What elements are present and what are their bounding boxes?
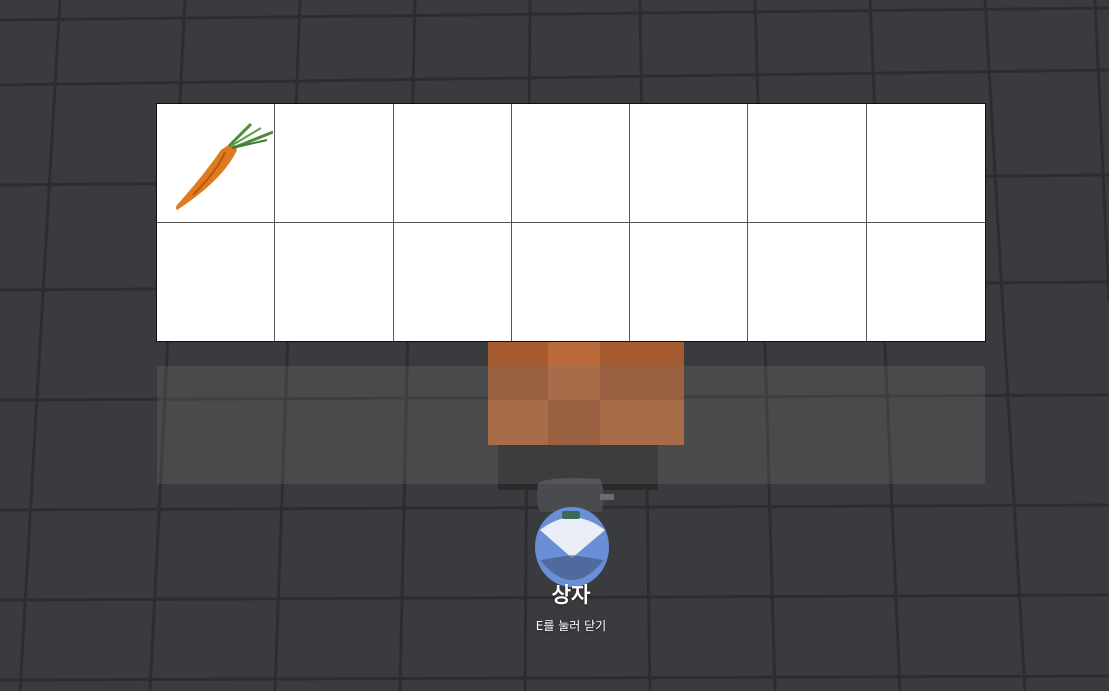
carrot-icon bbox=[176, 122, 273, 210]
inventory-slot[interactable] bbox=[275, 104, 394, 223]
inventory-slot[interactable] bbox=[630, 222, 749, 341]
inventory-slot[interactable] bbox=[748, 222, 867, 341]
inventory-slot[interactable] bbox=[393, 104, 512, 223]
prompt-title: 상자 bbox=[551, 583, 591, 607]
inventory-slot[interactable] bbox=[630, 104, 749, 223]
prompt-hint: E를 눌러 닫기 bbox=[535, 619, 607, 633]
inventory-grid bbox=[156, 103, 986, 342]
inventory-slot[interactable] bbox=[157, 104, 276, 223]
interaction-prompt: 상자 E를 눌러 닫기 bbox=[471, 580, 671, 635]
inventory-slot[interactable] bbox=[867, 223, 985, 342]
inventory-slot[interactable] bbox=[275, 222, 394, 341]
inventory-slot[interactable] bbox=[511, 104, 631, 223]
inventory-slot[interactable] bbox=[157, 222, 276, 341]
inventory-slot[interactable] bbox=[512, 222, 631, 341]
inventory-slot[interactable] bbox=[394, 222, 512, 341]
storage-panel bbox=[157, 366, 985, 484]
inventory-slot[interactable] bbox=[866, 104, 985, 223]
inventory-slot[interactable] bbox=[748, 104, 867, 223]
